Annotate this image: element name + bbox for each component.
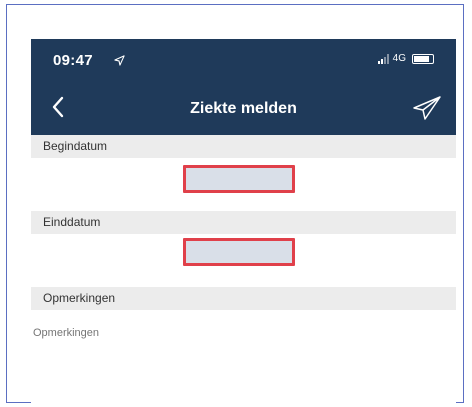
begin-date-header: Begindatum: [31, 135, 456, 158]
page-title: Ziekte melden: [190, 100, 297, 117]
end-date-input[interactable]: [183, 238, 295, 266]
end-date-header: Einddatum: [31, 211, 456, 234]
phone-screen: 09:47 4G Ziekte melden Begindatum Eindda…: [31, 39, 456, 405]
remarks-header: Opmerkingen: [31, 287, 456, 310]
end-date-label: Einddatum: [43, 215, 101, 229]
begin-date-row: [31, 158, 456, 206]
status-indicators: 4G: [377, 53, 434, 64]
signal-icon: [377, 53, 389, 64]
location-arrow-icon: [114, 55, 125, 66]
battery-icon: [412, 53, 434, 64]
begin-date-label: Begindatum: [43, 139, 108, 153]
begin-date-input[interactable]: [183, 165, 295, 193]
remarks-input[interactable]: [33, 327, 333, 339]
remarks-label: Opmerkingen: [43, 291, 116, 305]
status-bar: 09:47 4G: [31, 39, 456, 83]
network-label: 4G: [392, 53, 406, 64]
end-date-row: [31, 234, 456, 282]
paper-plane-icon[interactable]: [412, 95, 442, 121]
status-time: 09:47: [53, 52, 93, 69]
nav-bar: Ziekte melden: [31, 83, 456, 135]
